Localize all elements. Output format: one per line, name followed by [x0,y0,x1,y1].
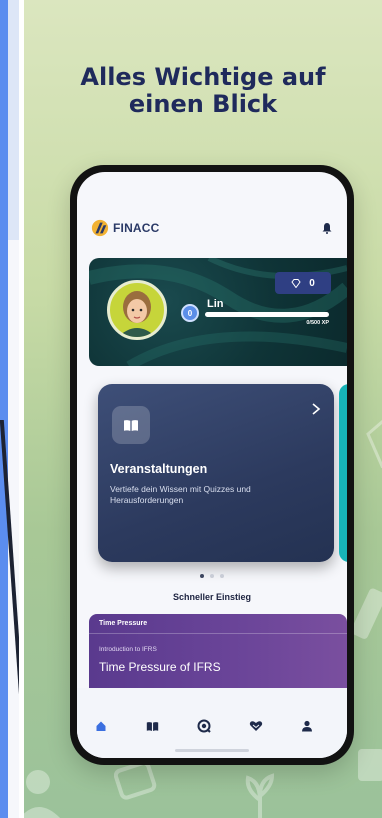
diamond-deco-icon [366,420,382,468]
book-icon [146,721,158,731]
gem-count: 0 [309,277,315,289]
app-logo: FINACC [91,219,160,237]
bell-icon[interactable] [321,222,333,234]
tab-community[interactable] [248,718,264,734]
diamond-icon [291,278,301,288]
tab-home[interactable] [93,718,109,734]
home-icon [96,721,106,731]
carousel-dot[interactable] [220,574,224,578]
person-icon [302,720,312,732]
carousel-dot[interactable] [200,574,204,578]
xp-text: 0/500 XP [306,320,329,326]
app-bar: FINACC [91,216,333,240]
tab-profile[interactable] [299,718,315,734]
headline: Alles Wichtige auf einen Blick [24,64,382,118]
card-deco-icon [114,761,157,800]
level-badge: 0 [181,304,199,322]
phone-mockup: FINACC 0 0 Lin 0/500 XP Veranstaltungen … [70,165,354,765]
avatar-illustration [118,291,156,337]
carousel-dot[interactable] [210,574,214,578]
strip-accent [0,0,8,818]
promo-panel: Alles Wichtige auf einen Blick FINACC 0 … [24,0,382,818]
gem-counter[interactable]: 0 [275,272,331,294]
chevron-right-icon[interactable] [310,402,322,416]
next-card-peek[interactable] [339,384,347,562]
quiz-search-icon [197,719,211,733]
section-title: Schneller Einstieg [172,592,252,602]
promo-title: Time Pressure of IFRS [99,660,221,674]
headline-line-1: Alles Wichtige auf [80,63,326,91]
bottom-tab-bar [77,688,347,758]
app-screen: FINACC 0 0 Lin 0/500 XP Veranstaltungen … [77,172,347,758]
strip-accent-light [8,0,19,240]
xp-progress-bar [205,312,329,317]
heart-hand-icon [249,721,263,731]
card-description: Vertiefe dein Wissen mit Quizzes und Her… [110,484,251,505]
profile-card[interactable]: 0 0 Lin 0/500 XP [89,258,347,366]
promo-subtitle: Introduction to IFRS [99,646,157,653]
plant-deco-icon [245,773,275,818]
card-title: Veranstaltungen [110,462,208,476]
user-name: Lin [207,298,224,310]
person-deco-icon [24,770,60,818]
events-card[interactable]: Veranstaltungen Vertiefe dein Wissen mit… [98,384,334,562]
finacc-logo-icon [91,219,109,237]
carousel-dots [77,574,347,578]
avatar [107,280,167,340]
book-icon [124,419,138,431]
promo-header: Time Pressure [89,614,347,634]
app-name: FINACC [113,221,160,235]
card-icon-box [112,406,150,444]
headline-line-2: einen Blick [128,90,278,118]
tab-learn[interactable] [144,718,160,734]
home-indicator [175,749,249,752]
previous-screenshot-strip [0,0,19,818]
chat-deco-icon [358,749,382,781]
tab-quiz[interactable] [196,718,212,734]
